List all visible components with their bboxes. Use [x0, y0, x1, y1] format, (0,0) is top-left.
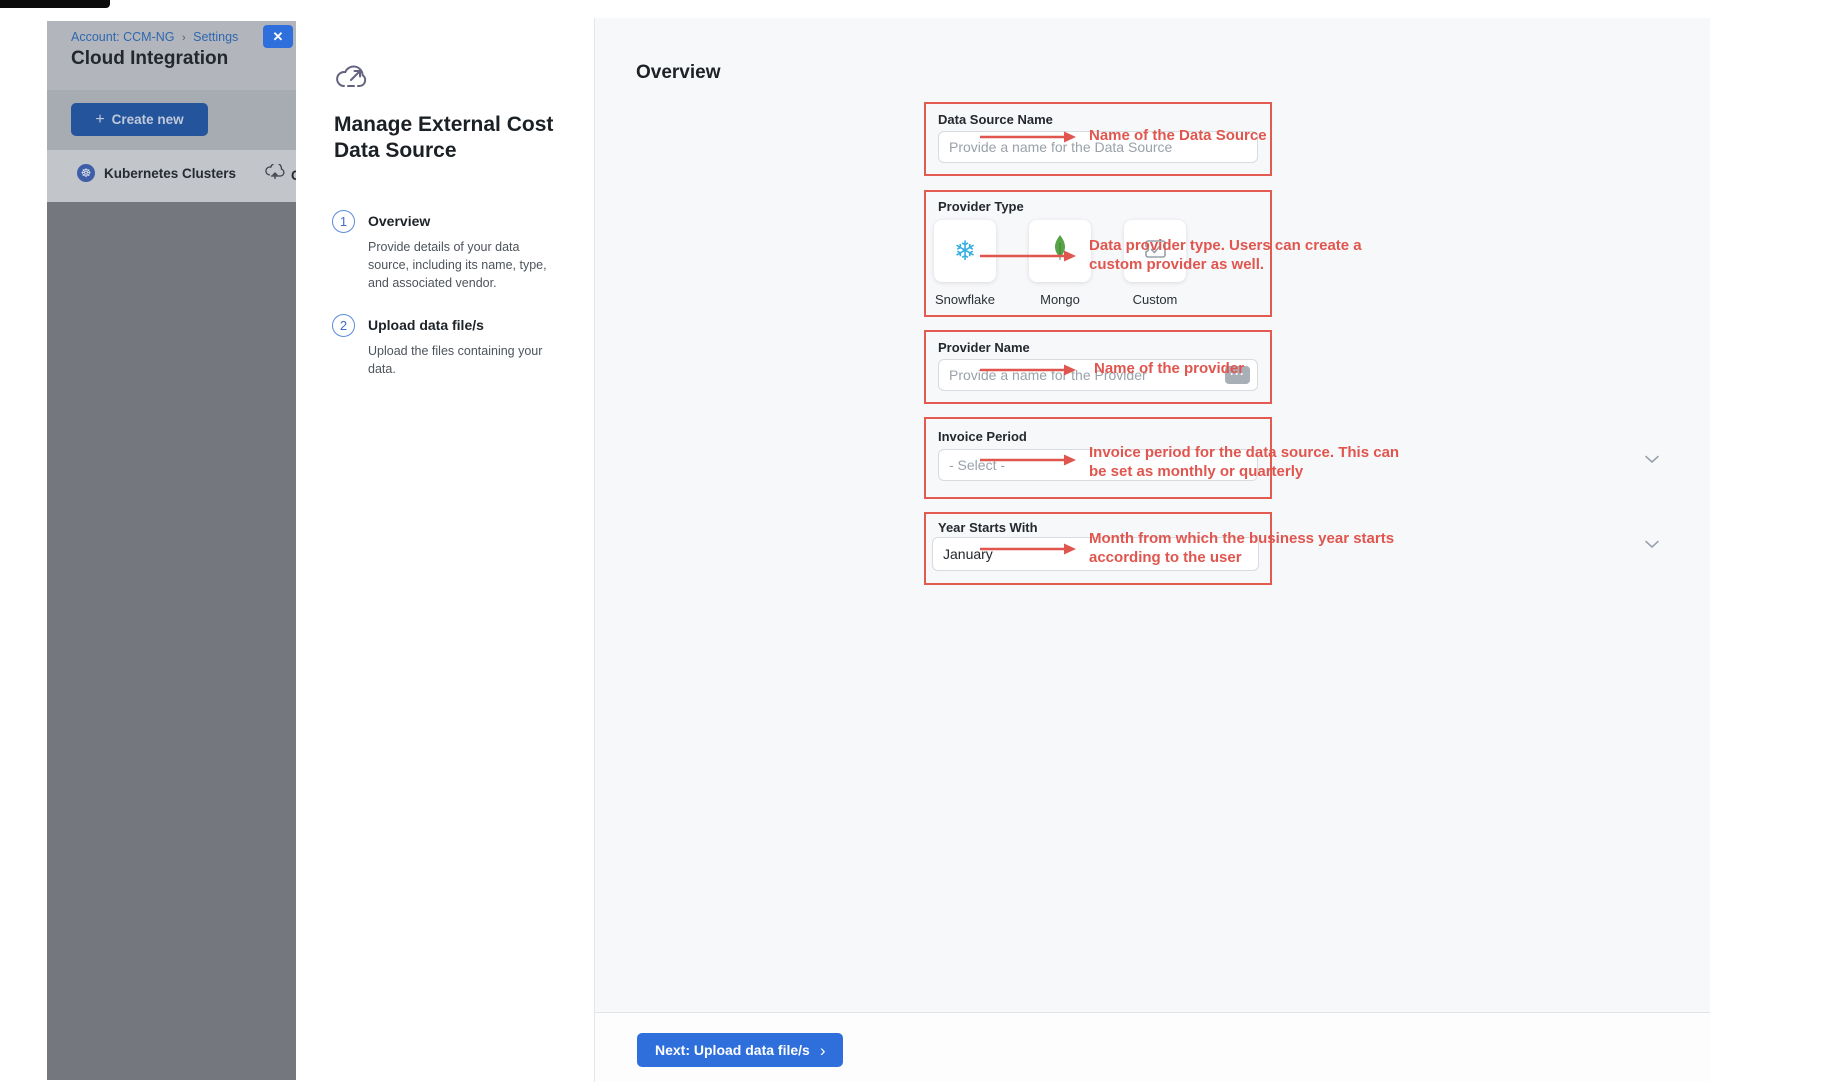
chevron-down-icon[interactable] — [1644, 451, 1660, 469]
breadcrumb-account-link[interactable]: Account: CCM-NG — [71, 30, 175, 44]
provider-name-label: Provider Name — [938, 340, 1030, 355]
background-page-toolbar: + Create new — [47, 90, 296, 150]
tab-kubernetes-label: Kubernetes Clusters — [104, 166, 236, 181]
create-new-button[interactable]: + Create new — [71, 103, 208, 136]
close-dialog-button[interactable]: ✕ — [263, 25, 293, 48]
step1-label[interactable]: Overview — [368, 213, 430, 229]
cloud-export-icon — [334, 60, 368, 97]
annotation-text-invoice-period: Invoice period for the data source. This… — [1089, 444, 1419, 482]
step1-number: 1 — [332, 210, 355, 233]
chevron-down-icon[interactable] — [1644, 536, 1660, 554]
annotation-arrow — [980, 130, 1076, 148]
snowflake-label: Snowflake — [935, 292, 995, 307]
wizard-title: Manage External Cost Data Source — [334, 112, 562, 165]
provider-type-label: Provider Type — [938, 199, 1024, 214]
step1-description: Provide details of your data source, inc… — [368, 238, 560, 292]
snowflake-icon: ❄ — [954, 238, 977, 265]
screen: Account: CCM-NG › Settings Cloud Integra… — [0, 0, 1830, 1082]
wizard-stepper-panel: Manage External Cost Data Source 1 Overv… — [296, 18, 595, 1082]
tab-kubernetes-clusters[interactable]: ☸ Kubernetes Clusters — [77, 164, 236, 182]
form-heading: Overview — [636, 62, 721, 84]
step2-description: Upload the files containing your data. — [368, 342, 560, 378]
annotation-arrow — [980, 542, 1076, 560]
background-page-header: Account: CCM-NG › Settings Cloud Integra… — [47, 21, 296, 90]
background-page-tabs: ☸ Kubernetes Clusters C — [47, 150, 296, 202]
kubernetes-icon: ☸ — [77, 164, 95, 182]
cloud-upload-icon — [265, 164, 285, 186]
chevron-right-icon: › — [820, 1042, 826, 1059]
create-new-label: Create new — [112, 112, 184, 127]
annotation-text-provider-name: Name of the provider — [1094, 360, 1404, 379]
browser-artifact-bar — [0, 0, 110, 8]
custom-label: Custom — [1133, 292, 1178, 307]
invoice-period-label: Invoice Period — [938, 429, 1027, 444]
annotation-arrow — [980, 453, 1076, 471]
background-page: Account: CCM-NG › Settings Cloud Integra… — [47, 21, 296, 1080]
background-page-body — [47, 202, 296, 1080]
next-button-label: Next: Upload data file/s — [655, 1042, 810, 1058]
data-source-name-label: Data Source Name — [938, 112, 1053, 127]
plus-icon: + — [95, 111, 104, 129]
wizard-footer: Next: Upload data file/s › — [595, 1012, 1710, 1082]
year-starts-with-label: Year Starts With — [938, 520, 1038, 535]
next-upload-button[interactable]: Next: Upload data file/s › — [637, 1033, 843, 1067]
breadcrumb-separator: › — [182, 32, 186, 44]
mongo-label: Mongo — [1040, 292, 1080, 307]
step2-number: 2 — [332, 314, 355, 337]
annotation-text-data-source: Name of the Data Source — [1089, 127, 1399, 146]
tab-cloud-truncated[interactable]: C — [265, 164, 296, 186]
annotation-text-year-starts: Month from which the business year start… — [1089, 530, 1419, 568]
page-title: Cloud Integration — [71, 48, 228, 70]
annotation-arrow — [980, 249, 1076, 267]
step2-label[interactable]: Upload data file/s — [368, 317, 484, 333]
breadcrumb-settings-link[interactable]: Settings — [193, 30, 238, 44]
breadcrumb: Account: CCM-NG › Settings — [71, 30, 238, 44]
annotation-arrow — [980, 363, 1076, 381]
annotation-text-provider-type: Data provider type. Users can create a c… — [1089, 237, 1389, 275]
